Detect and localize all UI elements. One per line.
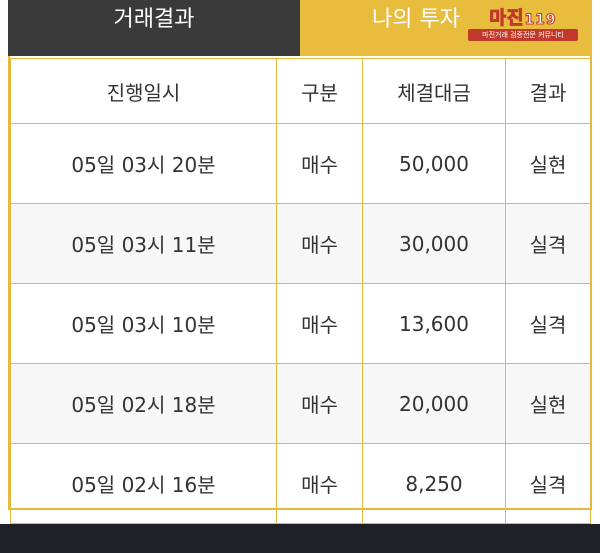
cell-time: 05일 03시 20분 <box>10 123 277 204</box>
logo-suffix-text: 119 <box>524 12 557 29</box>
header-time: 진행일시 <box>10 58 277 124</box>
cell-amount: 8,250 <box>362 443 506 524</box>
header-amount: 체결대금 <box>362 58 506 124</box>
cell-amount: 20,000 <box>362 363 506 444</box>
cell-result: 실격 <box>505 283 591 364</box>
watermark-logo: 마진119 마진거래 검증전문 커뮤니티 <box>460 4 586 42</box>
cell-type: 매수 <box>276 203 363 284</box>
cell-time: 05일 03시 11분 <box>10 203 277 284</box>
tab-trade-results[interactable]: 거래결과 <box>8 0 300 56</box>
page: 거래결과 나의 투자 마진119 마진거래 검증전문 커뮤니티 진행일시 구분 … <box>0 0 600 553</box>
cell-amount: 50,000 <box>362 123 506 204</box>
table-row: 05일 03시 20분 매수 50,000 실현 <box>10 123 591 204</box>
cell-time: 05일 02시 16분 <box>10 443 277 524</box>
table-row: 05일 03시 10분 매수 13,600 실격 <box>10 283 591 364</box>
tab-my-investment[interactable]: 나의 투자 마진119 마진거래 검증전문 커뮤니티 <box>300 0 592 56</box>
cell-type: 매수 <box>276 363 363 444</box>
cell-time: 05일 02시 18분 <box>10 363 277 444</box>
cell-amount: 13,600 <box>362 283 506 364</box>
cell-type: 매수 <box>276 123 363 204</box>
bottom-bar <box>0 524 600 553</box>
header-type: 구분 <box>276 58 363 124</box>
tab-trade-results-label: 거래결과 <box>113 7 195 32</box>
cell-result: 실현 <box>505 363 591 444</box>
cell-result: 실현 <box>505 123 591 204</box>
cell-result: 실격 <box>505 443 591 524</box>
cell-time: 05일 03시 10분 <box>10 283 277 364</box>
header-result: 결과 <box>505 58 591 124</box>
table-row: 05일 03시 11분 매수 30,000 실격 <box>10 203 591 284</box>
tab-my-investment-label: 나의 투자 <box>372 7 460 32</box>
cell-type: 매수 <box>276 443 363 524</box>
tab-bar: 거래결과 나의 투자 마진119 마진거래 검증전문 커뮤니티 <box>8 0 592 56</box>
cell-amount: 30,000 <box>362 203 506 284</box>
cell-type: 매수 <box>276 283 363 364</box>
logo-title-text: 마진 <box>489 8 525 30</box>
logo-subtitle: 마진거래 검증전문 커뮤니티 <box>468 29 578 41</box>
table-row: 05일 02시 16분 매수 8,250 실격 <box>10 443 591 524</box>
cell-result: 실격 <box>505 203 591 284</box>
table-header-row: 진행일시 구분 체결대금 결과 <box>10 58 591 124</box>
table-row: 05일 02시 18분 매수 20,000 실현 <box>10 363 591 444</box>
logo-title: 마진119 <box>460 4 586 30</box>
results-table: 진행일시 구분 체결대금 결과 05일 03시 20분 매수 50,000 실현… <box>10 58 591 524</box>
